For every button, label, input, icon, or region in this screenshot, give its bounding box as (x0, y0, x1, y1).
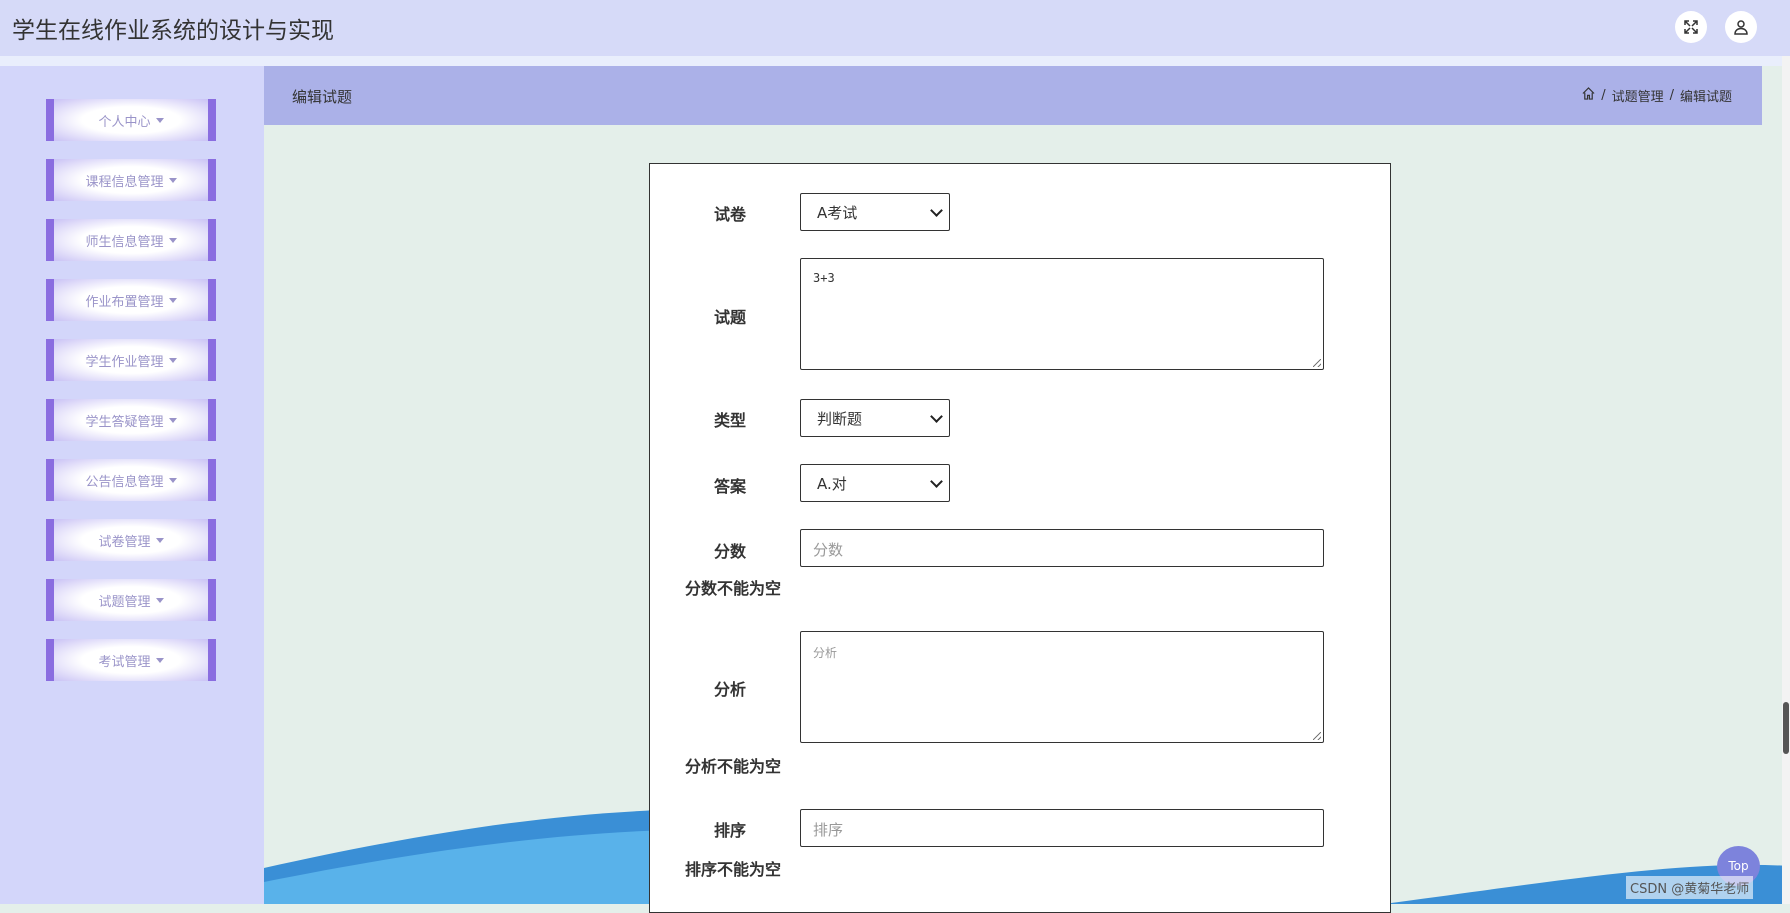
sidebar-item-homework-assign[interactable]: 作业布置管理 (46, 279, 216, 321)
sidebar-item-label: 公告信息管理 (85, 474, 164, 490)
caret-down-icon (168, 357, 177, 363)
paper-select[interactable]: A考试 (800, 193, 950, 231)
order-error: 排序不能为空 (685, 860, 782, 879)
sidebar-item-course-info[interactable]: 课程信息管理 (46, 159, 216, 201)
question-text: 3+3 (813, 271, 835, 285)
page-scrollbar[interactable] (1782, 56, 1790, 904)
sidebar-item-label: 师生信息管理 (85, 234, 164, 250)
question-textarea[interactable]: 3+3 (800, 258, 1324, 370)
app-title: 学生在线作业系统的设计与实现 (12, 18, 334, 44)
resize-handle-icon[interactable] (1313, 732, 1321, 740)
content-header: 编辑试题 / 试题管理 / 编辑试题 (264, 66, 1762, 125)
chevron-down-icon (930, 203, 943, 217)
answer-select-value: A.对 (817, 474, 847, 493)
caret-down-icon (168, 177, 177, 183)
type-select[interactable]: 判断题 (800, 399, 950, 437)
sidebar-item-label: 学生作业管理 (85, 354, 164, 370)
sidebar-item-label: 考试管理 (98, 654, 151, 670)
page-title: 编辑试题 (292, 88, 353, 106)
sidebar-item-question-management[interactable]: 试题管理 (46, 579, 216, 621)
caret-down-icon (155, 537, 164, 543)
sidebar-item-teacher-student-info[interactable]: 师生信息管理 (46, 219, 216, 261)
breadcrumb-separator: / (1601, 88, 1606, 103)
analysis-error: 分析不能为空 (685, 757, 782, 776)
sidebar-item-label: 作业布置管理 (85, 294, 164, 310)
watermark: CSDN @黄菊华老师 (1626, 876, 1754, 899)
caret-down-icon (155, 597, 164, 603)
sidebar-item-exam-management[interactable]: 考试管理 (46, 639, 216, 681)
user-icon[interactable] (1725, 11, 1757, 43)
sidebar-item-label: 个人中心 (98, 114, 151, 130)
paper-select-value: A考试 (817, 203, 858, 222)
sidebar-item-student-qa[interactable]: 学生答疑管理 (46, 399, 216, 441)
top-bar: 学生在线作业系统的设计与实现 (0, 0, 1790, 56)
score-error: 分数不能为空 (685, 579, 782, 598)
analysis-placeholder: 分析 (813, 646, 838, 660)
sidebar-item-label: 课程信息管理 (85, 174, 164, 190)
caret-down-icon (168, 297, 177, 303)
caret-down-icon (155, 117, 164, 123)
analysis-textarea[interactable]: 分析 (800, 631, 1324, 743)
breadcrumb-item-question-management[interactable]: 试题管理 (1612, 86, 1664, 105)
caret-down-icon (155, 657, 164, 663)
breadcrumb: / 试题管理 / 编辑试题 (1582, 86, 1732, 105)
scrollbar-thumb[interactable] (1783, 702, 1789, 754)
sidebar: 个人中心 课程信息管理 师生信息管理 作业布置管理 学生作业管理 学生答疑管理 … (0, 66, 264, 904)
answer-select[interactable]: A.对 (800, 464, 950, 502)
answer-label: 答案 (713, 477, 746, 496)
caret-down-icon (168, 477, 177, 483)
resize-handle-icon[interactable] (1313, 359, 1321, 367)
type-label: 类型 (713, 411, 746, 430)
score-input[interactable]: 分数 (800, 529, 1324, 567)
breadcrumb-separator: / (1669, 88, 1674, 103)
sidebar-item-label: 试卷管理 (98, 534, 151, 550)
question-label: 试题 (713, 308, 746, 327)
sidebar-item-label: 试题管理 (98, 594, 151, 610)
breadcrumb-item-edit-question: 编辑试题 (1679, 90, 1732, 105)
order-label: 排序 (713, 821, 746, 840)
sidebar-item-paper-management[interactable]: 试卷管理 (46, 519, 216, 561)
sidebar-item-announcement[interactable]: 公告信息管理 (46, 459, 216, 501)
chevron-down-icon (930, 409, 943, 423)
paper-label: 试卷 (713, 205, 746, 224)
sidebar-item-student-homework[interactable]: 学生作业管理 (46, 339, 216, 381)
chevron-down-icon (930, 474, 943, 488)
edit-question-form: 试卷 A考试 试题 3+3 类型 判断题 答案 A.对 分数 分数 分数不能为空… (649, 163, 1391, 913)
type-select-value: 判断题 (817, 409, 863, 428)
sidebar-item-personal-center[interactable]: 个人中心 (46, 99, 216, 141)
header-stripe (0, 56, 1790, 66)
caret-down-icon (168, 417, 177, 423)
order-input[interactable]: 排序 (800, 809, 1324, 847)
score-label: 分数 (713, 542, 746, 561)
home-icon[interactable] (1582, 87, 1595, 104)
fullscreen-icon[interactable] (1675, 11, 1707, 43)
sidebar-item-label: 学生答疑管理 (85, 414, 164, 430)
analysis-label: 分析 (713, 680, 746, 699)
caret-down-icon (168, 237, 177, 243)
